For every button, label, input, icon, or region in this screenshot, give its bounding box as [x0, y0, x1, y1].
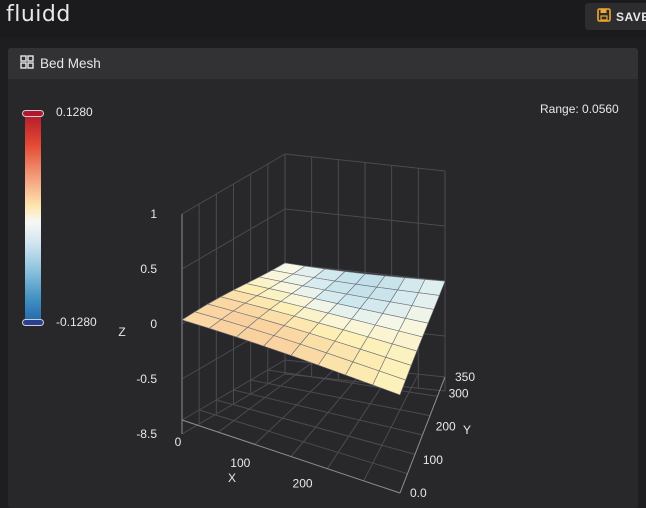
- y-tick-label: 350: [455, 370, 475, 384]
- x-tick-label: 100: [230, 456, 250, 470]
- bed-mesh-3d-plot[interactable]: 10.50-0.5-8.5Z0100200300X0.0100200300350…: [0, 0, 646, 500]
- z-tick-label: -8.5: [136, 427, 157, 441]
- y-tick-label: 200: [436, 420, 456, 434]
- z-axis-label: Z: [118, 325, 125, 339]
- x-tick-label: 0: [175, 435, 182, 449]
- y-tick-label: 300: [449, 387, 469, 401]
- y-tick-label: 100: [423, 453, 443, 467]
- z-tick-label: 1: [150, 207, 157, 221]
- x-axis-label: X: [228, 471, 236, 485]
- y-tick-label: 0.0: [410, 486, 427, 500]
- x-tick-label: 200: [293, 477, 313, 491]
- z-tick-label: -0.5: [136, 372, 157, 386]
- z-tick-label: 0.5: [140, 262, 157, 276]
- z-tick-label: 0: [150, 317, 157, 331]
- y-axis-label: Y: [463, 423, 471, 437]
- x-axis-line: [181, 419, 401, 494]
